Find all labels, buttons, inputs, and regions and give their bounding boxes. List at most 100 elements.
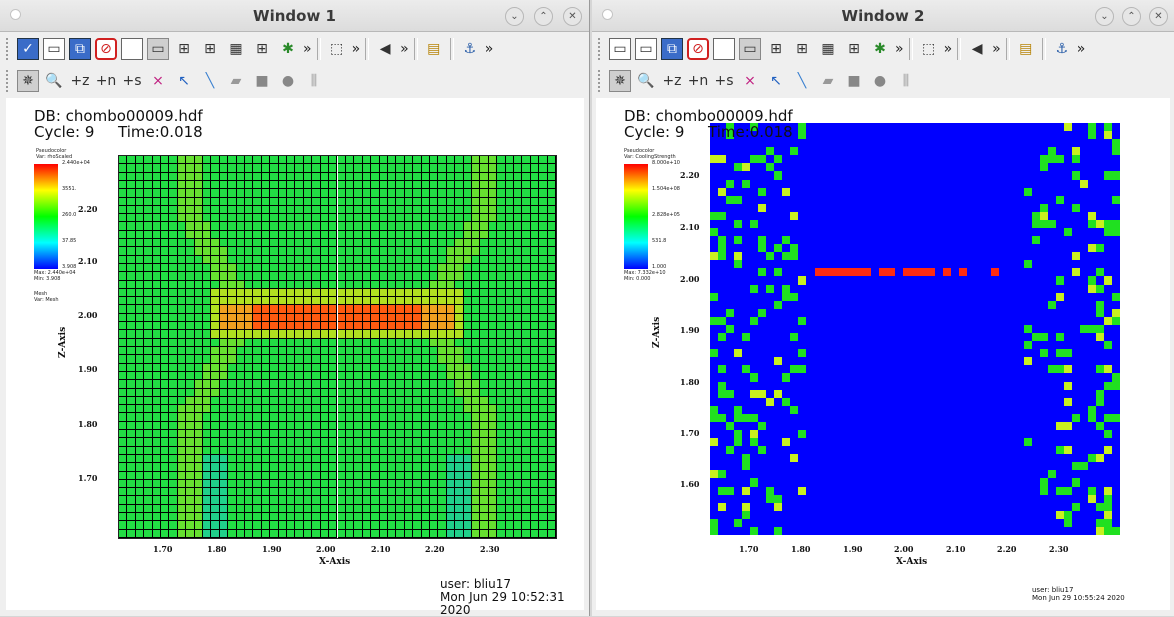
x-tick-label: 2.10 (946, 544, 966, 554)
lock-icon[interactable]: ⚓ (1051, 38, 1073, 60)
sphere-tool-icon[interactable]: ● (277, 70, 299, 92)
maximize-button[interactable]: ⌃ (534, 7, 553, 26)
checkbox-active-icon[interactable]: ▭ (609, 38, 631, 60)
clear-window-icon[interactable]: ⊘ (687, 38, 709, 60)
toolbar-overflow-button[interactable]: » (895, 41, 904, 57)
single-layout-icon[interactable] (121, 38, 143, 60)
layout-1x2-icon[interactable]: ▭ (739, 38, 761, 60)
toolbar-overflow-button[interactable]: » (400, 41, 409, 57)
pseudocolor-plot[interactable] (710, 123, 1120, 535)
layout-3x2-icon[interactable]: ⊞ (791, 38, 813, 60)
toolbar-grip[interactable] (598, 38, 603, 60)
axis-restrict-icon[interactable]: ⫼ (895, 70, 917, 92)
layout-3x3-icon[interactable]: ⊞ (251, 38, 273, 60)
curve-pick-icon[interactable]: ⨯ (739, 70, 761, 92)
new-window-icon[interactable]: ▭ (635, 38, 657, 60)
minimize-button[interactable]: ⌄ (1095, 7, 1114, 26)
toolbar-separator (316, 38, 321, 60)
y-tick-label: 2.00 (680, 274, 700, 284)
x-tick-label: 2.10 (371, 544, 391, 554)
sphere-tool-icon[interactable]: ● (869, 70, 891, 92)
legend-min: Min: 0.000 (624, 276, 651, 282)
legend-min: Min: 3.908 (34, 276, 61, 282)
box-tool-icon[interactable]: ■ (843, 70, 865, 92)
zoom-mode-icon[interactable]: 🔍 (43, 70, 65, 92)
lock-icon[interactable]: ⚓ (459, 38, 481, 60)
toolbar-overflow-button[interactable]: » (352, 41, 361, 57)
layout-2x2-icon[interactable]: ⊞ (173, 38, 195, 60)
checkbox-active-icon[interactable]: ✓ (17, 38, 39, 60)
spin-icon[interactable]: ✱ (277, 38, 299, 60)
title-bar[interactable]: Window 2 ⌄ ⌃ ✕ (592, 0, 1174, 32)
navigate-mode-icon[interactable]: ✵ (609, 70, 631, 92)
y-tick-label: 1.70 (680, 428, 700, 438)
layout-3x3-icon[interactable]: ⊞ (843, 38, 865, 60)
line-icon[interactable]: ╲ (199, 70, 221, 92)
toolbar-overflow-button[interactable]: » (1077, 41, 1086, 57)
main-toolbar: ✓ ▭ ⧉ ⊘ ▭ ⊞ ⊞ ▦ ⊞ ✱ » ⬚ » ◀ » ▤ ⚓ » (0, 34, 589, 64)
navigate-mode-icon[interactable]: ✵ (17, 70, 39, 92)
plot-attributes-icon[interactable]: ▤ (423, 38, 445, 60)
render-canvas[interactable]: DB: chombo00009.hdf Cycle: 9 Time:0.018 … (6, 98, 584, 617)
zone-pick-icon[interactable]: +z (661, 70, 683, 92)
animation-back-icon[interactable]: ◀ (374, 38, 396, 60)
toolbar-separator (365, 38, 370, 60)
y-tick-label: 1.60 (680, 479, 700, 489)
maximize-button[interactable]: ⌃ (1122, 7, 1141, 26)
copy-window-icon[interactable]: ⧉ (69, 38, 91, 60)
x-tick-label: 2.00 (316, 544, 336, 554)
clear-window-icon[interactable]: ⊘ (95, 38, 117, 60)
layout-4x2-icon[interactable]: ▦ (225, 38, 247, 60)
render-canvas[interactable]: DB: chombo00009.hdf Cycle: 9 Time:0.018 … (596, 98, 1170, 610)
layout-4x2-icon[interactable]: ▦ (817, 38, 839, 60)
window-2[interactable]: Window 2 ⌄ ⌃ ✕ ▭ ▭ ⧉ ⊘ ▭ ⊞ ⊞ ▦ ⊞ ✱ » ⬚ »… (592, 0, 1174, 616)
plot-attributes-icon[interactable]: ▤ (1015, 38, 1037, 60)
colorbar-tick: 2.440e+04 (62, 160, 90, 166)
animation-back-icon[interactable]: ◀ (966, 38, 988, 60)
node-pick-icon[interactable]: +n (687, 70, 709, 92)
x-axis-title: X-Axis (319, 557, 351, 567)
toolbar-grip[interactable] (6, 70, 11, 92)
layout-1x2-icon[interactable]: ▭ (147, 38, 169, 60)
toolbar-grip[interactable] (598, 70, 603, 92)
view-3d-icon[interactable]: ⬚ (918, 38, 940, 60)
copy-window-icon[interactable]: ⧉ (661, 38, 683, 60)
curve-pick-icon[interactable]: ⨯ (147, 70, 169, 92)
zone-pick-icon[interactable]: +z (69, 70, 91, 92)
mode-toolbar: ✵ 🔍 +z +n +s ⨯ ↖ ╲ ▰ ■ ● ⫼ (0, 66, 589, 96)
view-3d-icon[interactable]: ⬚ (326, 38, 348, 60)
pseudocolor-mesh-plot[interactable] (118, 155, 557, 539)
spreadsheet-pick-icon[interactable]: +s (713, 70, 735, 92)
minimize-button[interactable]: ⌄ (505, 7, 524, 26)
single-layout-icon[interactable] (713, 38, 735, 60)
toolbar-grip[interactable] (6, 38, 11, 60)
toolbar-separator (908, 38, 913, 60)
node-pick-icon[interactable]: +n (95, 70, 117, 92)
title-bar[interactable]: Window 1 ⌄ ⌃ ✕ (0, 0, 589, 32)
layout-3x2-icon[interactable]: ⊞ (199, 38, 221, 60)
lineout-icon[interactable]: ↖ (173, 70, 195, 92)
toolbar-overflow-button[interactable]: » (303, 41, 312, 57)
toolbar-separator (413, 38, 418, 60)
y-tick-label: 2.20 (680, 170, 700, 180)
axis-restrict-icon[interactable]: ⫼ (303, 70, 325, 92)
new-window-icon[interactable]: ▭ (43, 38, 65, 60)
toolbar-overflow-button[interactable]: » (485, 41, 494, 57)
toolbar-separator (449, 38, 454, 60)
plane-tool-icon[interactable]: ▰ (817, 70, 839, 92)
spin-icon[interactable]: ✱ (869, 38, 891, 60)
line-icon[interactable]: ╲ (791, 70, 813, 92)
close-button[interactable]: ✕ (1149, 7, 1168, 26)
y-tick-label: 1.80 (78, 419, 98, 429)
toolbar-overflow-button[interactable]: » (992, 41, 1001, 57)
window-1[interactable]: Window 1 ⌄ ⌃ ✕ ✓ ▭ ⧉ ⊘ ▭ ⊞ ⊞ ▦ ⊞ ✱ » ⬚ »… (0, 0, 590, 617)
zoom-mode-icon[interactable]: 🔍 (635, 70, 657, 92)
toolbar-overflow-button[interactable]: » (944, 41, 953, 57)
close-button[interactable]: ✕ (563, 7, 582, 26)
lineout-icon[interactable]: ↖ (765, 70, 787, 92)
layout-2x2-icon[interactable]: ⊞ (765, 38, 787, 60)
user-label: user: bliu17 (1032, 586, 1074, 594)
box-tool-icon[interactable]: ■ (251, 70, 273, 92)
plane-tool-icon[interactable]: ▰ (225, 70, 247, 92)
spreadsheet-pick-icon[interactable]: +s (121, 70, 143, 92)
